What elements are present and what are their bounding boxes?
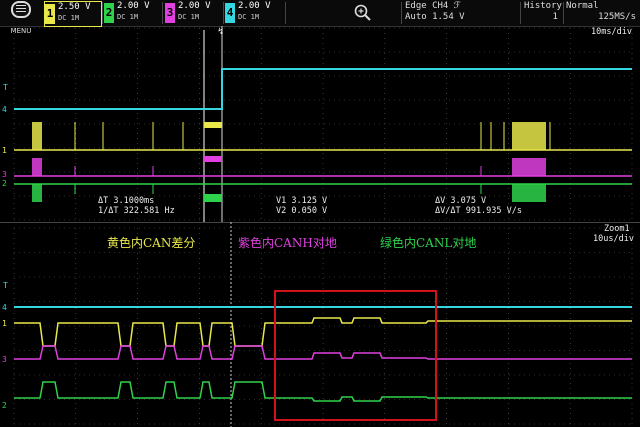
main-timebase: 10ms/div — [591, 27, 632, 37]
svg-text:T: T — [3, 83, 8, 92]
history-control[interactable]: History 1 — [524, 1, 562, 23]
channel-2-scale: 2.00 V — [117, 1, 150, 11]
cursor-v1: V1 3.125 V — [276, 196, 328, 206]
zoom-timebase: 10us/div — [593, 234, 634, 244]
channel-2-button[interactable]: 2 2.00 V DC 1M — [104, 1, 160, 25]
channel-3-number: 3 — [165, 3, 175, 23]
main-waveform-plot[interactable]: ↯ T 4 1 3 2 — [0, 26, 640, 222]
channel-4-button[interactable]: 4 2.00 V DC 1M — [225, 1, 283, 25]
trigger-level: Auto 1.54 V — [405, 12, 465, 22]
acq-mode: Normal — [566, 1, 599, 11]
trigger-type: Edge CH4 ℱ — [405, 1, 461, 11]
green-annotation: 绿色内CANL对地 — [380, 236, 477, 250]
cursor-v2: V2 0.050 V — [276, 206, 328, 216]
zoom-search-icon[interactable] — [353, 3, 373, 23]
channel-2-coupling: DC 1M — [117, 13, 139, 21]
svg-text:3: 3 — [2, 355, 7, 364]
channel-4-scale: 2.00 V — [238, 1, 271, 11]
zoom-channel-markers: T 4 1 3 2 — [2, 281, 8, 410]
svg-text:4: 4 — [2, 105, 7, 114]
svg-text:1: 1 — [2, 319, 7, 328]
svg-text:4: 4 — [2, 303, 7, 312]
trigger-settings[interactable]: Edge CH4 ℱ Auto 1.54 V — [405, 1, 465, 23]
acquisition-mode[interactable]: Normal 125MS/s — [566, 1, 636, 23]
purple-annotation: 紫色内CANH对地 — [238, 236, 337, 250]
history-label: History — [524, 1, 562, 11]
highlight-box — [274, 290, 437, 421]
cursor-delta-v-per-t: ΔV/ΔT 991.935 V/s — [435, 206, 522, 216]
menu-icon — [11, 1, 31, 18]
cursor-delta-v: ΔV 3.075 V — [435, 196, 487, 206]
channel-2-number: 2 — [104, 3, 114, 23]
menu-button[interactable]: MENU — [2, 1, 40, 35]
svg-text:T: T — [3, 281, 8, 290]
channel-3-button[interactable]: 3 2.00 V DC 1M — [165, 1, 221, 25]
sample-rate: 125MS/s — [598, 12, 636, 22]
svg-text:2: 2 — [2, 401, 7, 410]
channel-1-number: 1 — [45, 4, 55, 24]
channel-3-coupling: DC 1M — [178, 13, 200, 21]
cursor-delta-t: ΔT 3.1000ms — [98, 196, 155, 206]
yellow-annotation: 黄色内CAN差分 — [107, 236, 196, 250]
history-value: 1 — [552, 12, 558, 22]
channel-4-coupling: DC 1M — [238, 13, 260, 21]
channel-3-scale: 2.00 V — [178, 1, 211, 11]
ch1-trace-main — [14, 122, 632, 151]
cursor-inverse-delta-t: 1/ΔT 322.581 Hz — [98, 206, 175, 216]
channel-1-coupling: DC 1M — [58, 14, 80, 22]
channel-1-scale: 2.50 V — [58, 2, 91, 12]
main-channel-markers: T 4 1 3 2 — [2, 83, 8, 188]
svg-text:3: 3 — [2, 170, 7, 179]
channel-1-button[interactable]: 1 2.50 V DC 1M — [44, 1, 102, 27]
zoom-label: Zoom1 — [604, 224, 630, 234]
trigger-marker-icon: ↯ — [218, 27, 223, 37]
toolbar: MENU 1 2.50 V DC 1M 2 2.00 V DC 1M 3 2.0… — [0, 0, 640, 35]
svg-text:1: 1 — [2, 146, 7, 155]
channel-4-number: 4 — [225, 3, 235, 23]
svg-text:2: 2 — [2, 179, 7, 188]
